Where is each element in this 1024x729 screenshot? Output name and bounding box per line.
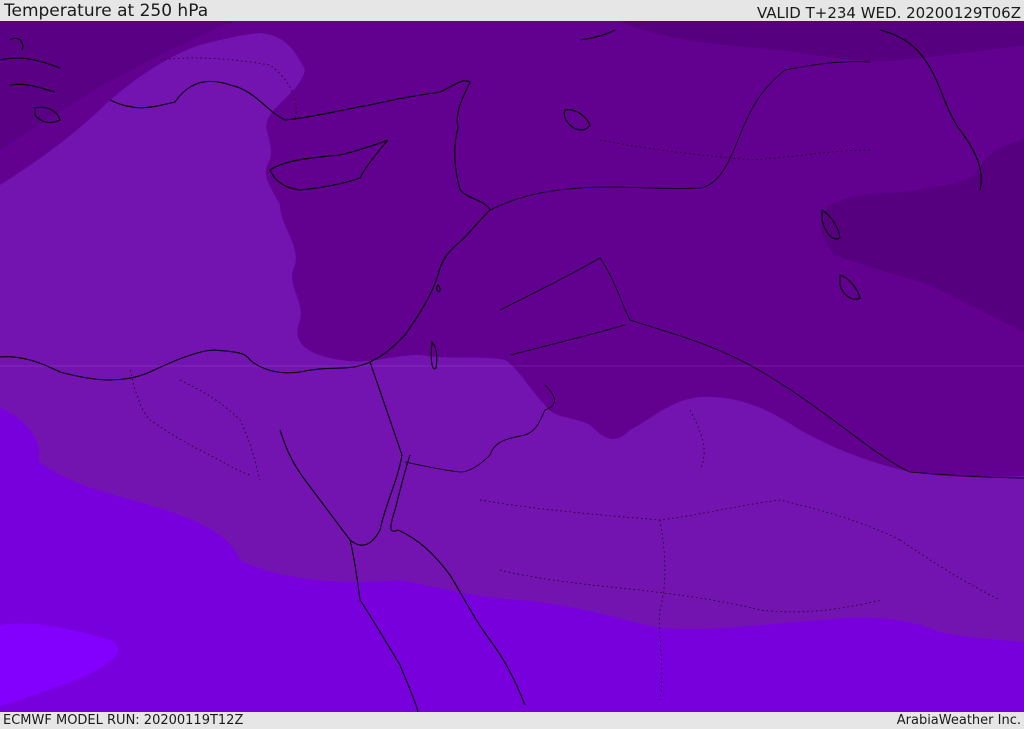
valid-time: VALID T+234 WED. 20200129T06Z <box>756 4 1021 22</box>
model-run-label: ECMWF MODEL RUN: 20200119T12Z <box>3 713 244 728</box>
credit-label: ArabiaWeather Inc. <box>896 713 1021 728</box>
header-bar: Temperature at 250 hPa VALID T+234 WED. … <box>0 0 1024 21</box>
map-title: Temperature at 250 hPa <box>4 1 209 21</box>
footer-bar: ECMWF MODEL RUN: 20200119T12Z ArabiaWeat… <box>0 712 1024 729</box>
weather-map[interactable] <box>0 21 1024 712</box>
